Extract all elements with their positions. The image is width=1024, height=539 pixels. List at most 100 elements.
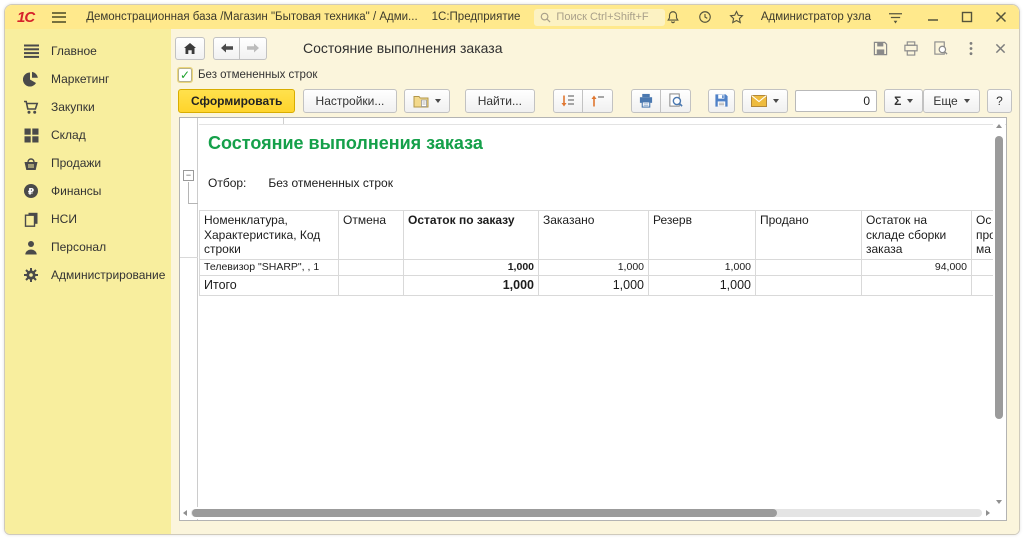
col-order-remainder[interactable]: Остаток по заказу: [404, 211, 539, 260]
maximize-icon[interactable]: [959, 9, 975, 25]
grouping-margin: [180, 118, 198, 520]
sidebar-item-prodazhi[interactable]: Продажи: [5, 149, 171, 177]
sidebar-item-sklad[interactable]: Склад: [5, 121, 171, 149]
report-window-title: Состояние выполнения заказа: [303, 34, 503, 62]
sidebar-item-administrirovanie[interactable]: Администрирование: [5, 261, 171, 289]
cell-cancel[interactable]: [339, 259, 404, 275]
collapse-groups-icon: [590, 94, 605, 108]
preview-button[interactable]: [661, 89, 691, 113]
report-filter-line: Отбор:Без отмененных строк: [208, 176, 393, 190]
vertical-scroll-thumb[interactable]: [995, 136, 1003, 419]
favorites-star-icon[interactable]: [729, 9, 745, 25]
svg-text:₽: ₽: [28, 187, 34, 197]
print-report-icon[interactable]: [902, 40, 919, 57]
expand-groups-button[interactable]: [553, 89, 583, 113]
send-mail-button[interactable]: [742, 89, 788, 113]
table-row: Телевизор "SHARP", , 1 1,000 1,000 1,000…: [200, 259, 1000, 275]
minimize-icon[interactable]: [925, 9, 941, 25]
col-nomenclature[interactable]: Номенклатура, Характеристика, Код строки: [200, 211, 339, 260]
cell-assembly-warehouse[interactable]: 94,000: [862, 259, 972, 275]
cell-reserve[interactable]: 1,000: [649, 259, 756, 275]
horizontal-scrollbar[interactable]: [181, 507, 992, 519]
documents-icon: [23, 211, 39, 227]
sidebar-item-marketing[interactable]: Маркетинг: [5, 65, 171, 93]
autosum-value-field[interactable]: 0: [795, 90, 877, 112]
horizontal-scroll-thumb[interactable]: [192, 509, 777, 517]
col-sold[interactable]: Продано: [756, 211, 862, 260]
col-cancel[interactable]: Отмена: [339, 211, 404, 260]
gear-icon: [23, 267, 39, 283]
cell-order-remainder[interactable]: 1,000: [404, 275, 539, 295]
forward-button[interactable]: [240, 37, 267, 60]
print-preview-icon[interactable]: [932, 40, 949, 57]
sidebar-item-glavnoe[interactable]: Главное: [5, 37, 171, 65]
global-search-input[interactable]: Поиск Ctrl+Shift+F: [534, 9, 664, 26]
collapse-group-toggle[interactable]: [183, 170, 194, 181]
chevron-down-icon: [435, 99, 441, 103]
cell-assembly-warehouse[interactable]: [862, 275, 972, 295]
cell-order-remainder[interactable]: 1,000: [404, 259, 539, 275]
sidebar-item-label: Маркетинг: [51, 72, 109, 86]
app-window: 1С Демонстрационная база /Магазин "Бытов…: [4, 4, 1020, 535]
settings-button[interactable]: Настройки...: [303, 89, 398, 113]
close-window-icon[interactable]: [993, 9, 1009, 25]
col-reserve[interactable]: Резерв: [649, 211, 756, 260]
notifications-bell-icon[interactable]: [665, 9, 681, 25]
cell-nomenclature[interactable]: Телевизор "SHARP", , 1: [200, 259, 339, 275]
sidebar-item-zakupki[interactable]: Закупки: [5, 93, 171, 121]
close-report-icon[interactable]: [992, 40, 1009, 57]
scroll-down-arrow-icon[interactable]: [996, 500, 1002, 504]
back-button[interactable]: [213, 37, 240, 60]
current-user[interactable]: Администратор узла: [761, 11, 871, 23]
report-variants-button[interactable]: [404, 89, 450, 113]
sidebar-item-nsi[interactable]: НСИ: [5, 205, 171, 233]
page-magnifier-icon: [668, 93, 683, 108]
history-icon[interactable]: [697, 9, 713, 25]
cell-sold[interactable]: [756, 259, 862, 275]
report-table: Номенклатура, Характеристика, Код строки…: [199, 210, 1000, 296]
cell-total-label[interactable]: Итого: [200, 275, 339, 295]
kebab-menu-icon[interactable]: [962, 40, 979, 57]
cell-ordered[interactable]: 1,000: [539, 259, 649, 275]
find-button[interactable]: Найти...: [465, 89, 535, 113]
tools-menu-icon[interactable]: [887, 9, 903, 25]
envelope-icon: [751, 95, 767, 107]
cell-sold[interactable]: [756, 275, 862, 295]
main-menu-icon[interactable]: [52, 12, 66, 23]
cell-ordered[interactable]: 1,000: [539, 275, 649, 295]
search-icon: [540, 12, 551, 23]
checkbox-label: Без отмененных строк: [198, 69, 317, 81]
more-button[interactable]: Еще: [923, 89, 979, 113]
scroll-up-arrow-icon[interactable]: [996, 124, 1002, 128]
scroll-left-arrow-icon[interactable]: [183, 510, 187, 516]
filter-label: Отбор:: [208, 176, 246, 190]
1c-logo: 1С: [17, 9, 34, 26]
sidebar-item-label: НСИ: [51, 212, 77, 226]
generate-button[interactable]: Сформировать: [178, 89, 295, 113]
save-button[interactable]: [708, 89, 735, 113]
top-bar: 1С Демонстрационная база /Магазин "Бытов…: [5, 5, 1019, 29]
back-arrow-icon: [220, 43, 234, 53]
help-button[interactable]: ?: [987, 89, 1012, 113]
collapse-groups-button[interactable]: [583, 89, 613, 113]
floppy-disk-icon: [714, 93, 729, 108]
chevron-down-icon: [907, 99, 913, 103]
sidebar-item-label: Закупки: [51, 100, 95, 114]
cell-reserve[interactable]: 1,000: [649, 275, 756, 295]
sidebar-item-personal[interactable]: Персонал: [5, 233, 171, 261]
save-report-icon[interactable]: [872, 40, 889, 57]
no-canceled-rows-checkbox[interactable]: Без отмененных строк: [178, 66, 317, 84]
col-assembly-warehouse-remainder[interactable]: Остаток на складе сборки заказа: [862, 211, 972, 260]
horizontal-scroll-track[interactable]: [191, 509, 982, 517]
print-button[interactable]: [631, 89, 661, 113]
sigma-sum-button[interactable]: Σ: [884, 89, 923, 113]
scroll-right-arrow-icon[interactable]: [986, 510, 990, 516]
shopping-cart-icon: [23, 99, 39, 115]
vertical-scrollbar[interactable]: [993, 119, 1005, 507]
menu-lines-icon: [23, 43, 39, 59]
cell-cancel[interactable]: [339, 275, 404, 295]
col-ordered[interactable]: Заказано: [539, 211, 649, 260]
home-button[interactable]: [175, 37, 205, 60]
sidebar-item-finansy[interactable]: ₽ Финансы: [5, 177, 171, 205]
report-toolbar: Сформировать Настройки... Найти...: [178, 88, 1012, 113]
